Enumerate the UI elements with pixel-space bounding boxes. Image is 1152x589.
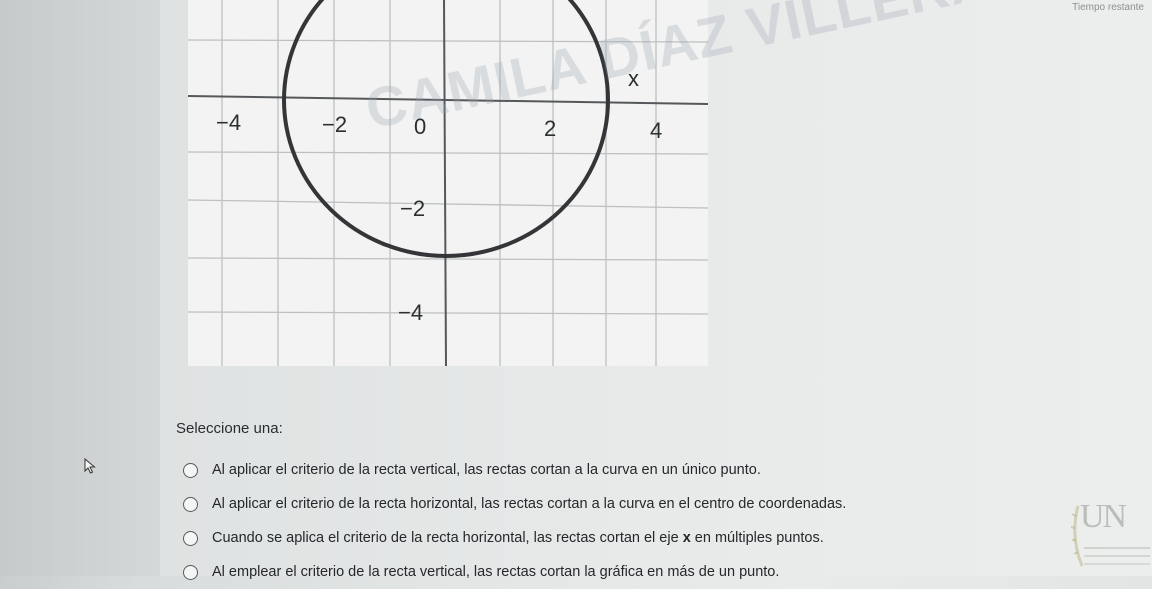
x-tick-label: −2 [322, 112, 347, 137]
radio-button[interactable] [183, 564, 198, 580]
logo-letters: UN [1080, 498, 1127, 535]
answer-option-a[interactable]: Al aplicar el criterio de la recta verti… [183, 453, 846, 487]
university-logo: UN [1070, 496, 1152, 576]
radio-button[interactable] [183, 496, 198, 512]
y-tick-label: −4 [398, 300, 423, 325]
variable-x: x [682, 530, 691, 546]
x-tick-label: 2 [544, 116, 556, 141]
radio-button[interactable] [183, 462, 198, 478]
y-axis [443, 0, 447, 366]
mouse-pointer-icon [84, 457, 96, 479]
answer-option-b[interactable]: Al aplicar el criterio de la recta horiz… [183, 487, 846, 521]
answer-option-d[interactable]: Al emplear el criterio de la recta verti… [183, 555, 846, 589]
answer-option-c[interactable]: Cuando se aplica el criterio de la recta… [183, 521, 846, 555]
y-tick-label: −2 [400, 196, 425, 221]
time-remaining-label: Tiempo restante [1072, 2, 1144, 13]
answer-option-text: Cuando se aplica el criterio de la recta… [212, 530, 824, 546]
question-prompt: Seleccione una: [176, 420, 283, 437]
answer-option-text: Al emplear el criterio de la recta verti… [212, 564, 780, 580]
x-tick-label: −4 [216, 110, 241, 135]
answer-text-after: en múltiples puntos. [690, 530, 824, 546]
left-margin [0, 0, 160, 576]
x-tick-label: 4 [650, 118, 662, 143]
answer-text-before: Cuando se aplica el criterio de la recta… [212, 530, 683, 546]
answer-options: Al aplicar el criterio de la recta verti… [183, 453, 846, 589]
answer-option-text: Al aplicar el criterio de la recta verti… [212, 462, 761, 478]
radio-button[interactable] [183, 530, 198, 546]
answer-option-text: Al aplicar el criterio de la recta horiz… [212, 496, 847, 512]
